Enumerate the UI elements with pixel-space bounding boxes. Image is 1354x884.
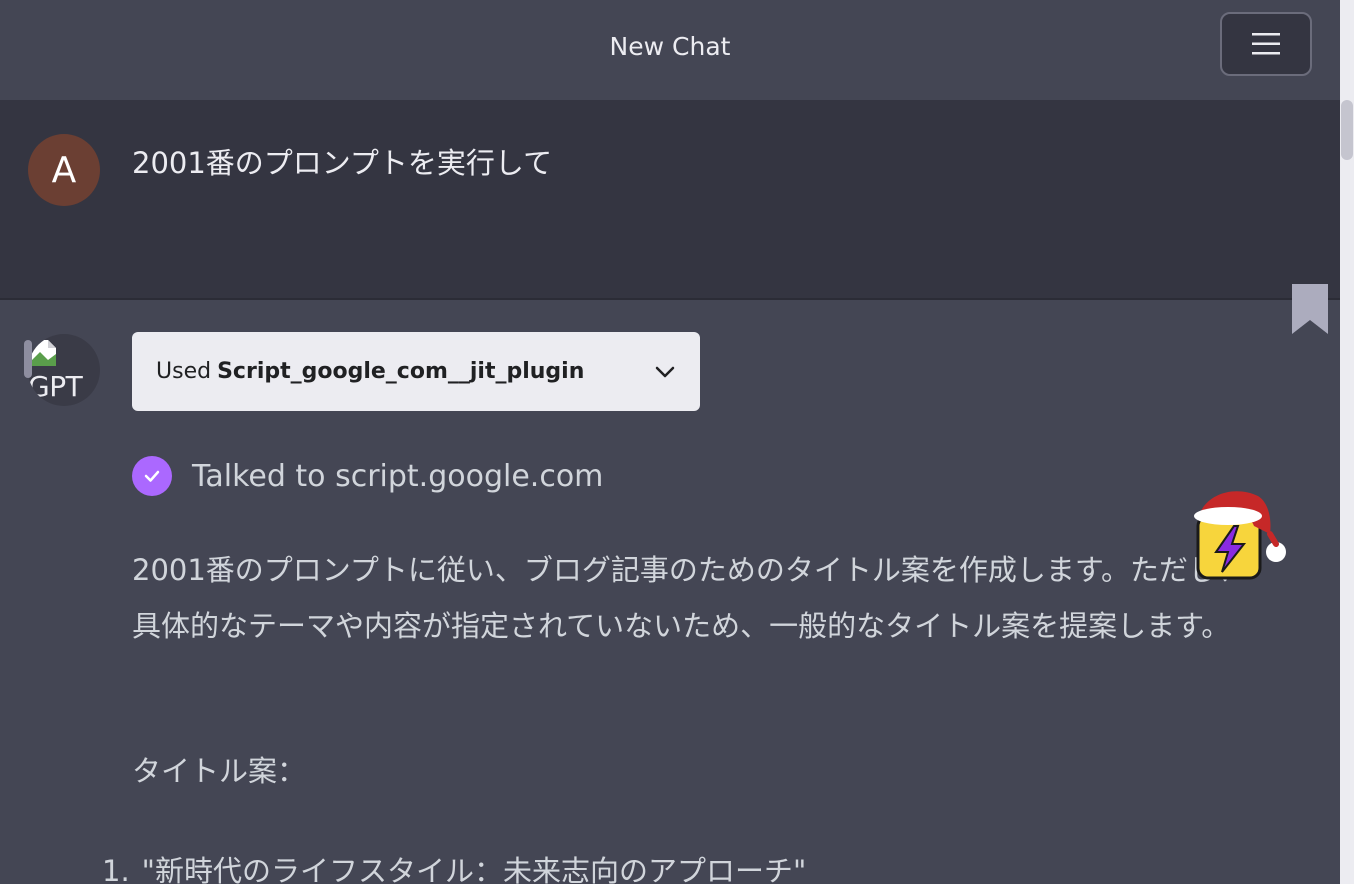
response-paragraph: 2001番のプロンプトに従い、ブログ記事のためのタイトル案を作成します。ただし、… bbox=[132, 553, 1247, 643]
user-avatar: A bbox=[28, 134, 100, 206]
page-title: New Chat bbox=[609, 31, 731, 61]
lightning-extension-icon[interactable] bbox=[1192, 486, 1292, 584]
scrollbar-thumb[interactable] bbox=[1341, 100, 1353, 160]
user-message: A 2001番のプロンプトを実行して bbox=[0, 100, 1340, 300]
drag-handle[interactable] bbox=[24, 340, 32, 378]
plugin-used-label: Used bbox=[156, 359, 212, 384]
assistant-avatar: GPT bbox=[28, 334, 100, 406]
user-message-text: 2001番のプロンプトを実行して bbox=[132, 146, 553, 180]
menu-icon bbox=[1252, 33, 1280, 55]
header-bar: New Chat bbox=[0, 0, 1340, 100]
bookmark-icon[interactable] bbox=[1290, 284, 1330, 334]
assistant-avatar-alt-text: GPT bbox=[28, 370, 83, 403]
chevron-down-icon bbox=[655, 366, 675, 377]
assistant-message: GPT Used Script_google_com__jit_plugin T… bbox=[0, 284, 1340, 884]
plugin-status-text: Talked to script.google.com bbox=[192, 458, 604, 494]
list-item: 1. "新時代のライフスタイル：未来志向のアプローチ" bbox=[102, 848, 806, 884]
menu-button[interactable] bbox=[1220, 12, 1312, 76]
list-item-text: "新時代のライフスタイル：未来志向のアプローチ" bbox=[141, 854, 807, 884]
plugin-name: Script_google_com__jit_plugin bbox=[217, 359, 585, 384]
broken-image-icon bbox=[32, 340, 56, 366]
title-suggestions-label: タイトル案： bbox=[132, 754, 307, 788]
plugin-dropdown[interactable]: Used Script_google_com__jit_plugin bbox=[132, 332, 700, 411]
check-icon bbox=[132, 456, 172, 496]
list-item-number: 1. bbox=[102, 854, 130, 884]
chat-app: New Chat A 2001番のプロンプトを実行して GPT Used Scr… bbox=[0, 0, 1354, 884]
plugin-status: Talked to script.google.com bbox=[132, 456, 603, 496]
